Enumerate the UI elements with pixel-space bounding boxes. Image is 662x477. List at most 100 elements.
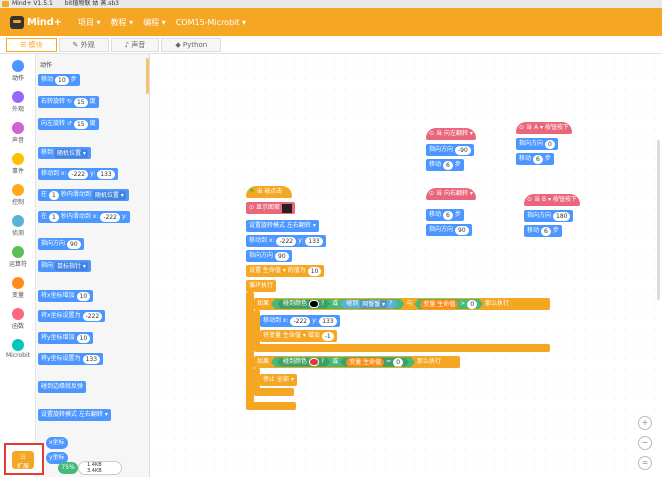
block-input[interactable]: -222 — [100, 212, 120, 222]
block-move-steps[interactable]: 移动 6 步 — [516, 153, 554, 165]
condition-or[interactable]: 碰到颜色? 或 碰到 网蟹蟹 ▾? — [271, 299, 404, 309]
block-input[interactable]: -1 — [321, 331, 334, 341]
block-input[interactable]: 1 — [49, 190, 59, 200]
block-input[interactable]: 6 — [533, 154, 543, 164]
category-operators[interactable]: 运算符 — [0, 246, 36, 268]
block-input[interactable]: 0 — [467, 300, 477, 309]
category-events[interactable]: 事件 — [0, 153, 36, 175]
block-point-towards[interactable]: 指向 鼠标指针 ▾ — [38, 260, 91, 272]
block-if-2[interactable]: 如果 碰到颜色? 或 变量 生命值 = 0 那么执行 — [254, 356, 460, 368]
category-sound[interactable]: 声音 — [0, 122, 36, 144]
block-point-direction[interactable]: 指向方向 90 — [246, 250, 292, 262]
condition-touch-color-2[interactable]: 碰到颜色? — [277, 358, 330, 367]
block-when-tilt-right[interactable]: ⊙ 当 向右翻转 ▾ — [426, 188, 476, 200]
condition-touch-color[interactable]: 碰到颜色? — [277, 300, 330, 309]
block-glide-random[interactable]: 在 1 秒内滑动到 随机位置 ▾ — [38, 189, 129, 201]
block-change-y[interactable]: 将y坐标增加 10 — [38, 332, 94, 344]
block-show-pattern[interactable]: ⊙ 显示图案 — [246, 202, 296, 214]
block-bounce[interactable]: 碰到边缘就反弹 — [38, 381, 87, 393]
palette-scrollbar[interactable] — [146, 58, 149, 94]
block-point-direction[interactable]: 指向方向 0 — [516, 138, 558, 150]
category-looks[interactable]: 外观 — [0, 91, 36, 113]
block-when-button-b[interactable]: ⊙ 当 B ▾ 按钮按下 — [524, 194, 580, 206]
block-input[interactable]: -222 — [82, 311, 103, 321]
block-input[interactable]: 133 — [305, 236, 323, 246]
block-input[interactable]: 10 — [76, 333, 91, 343]
block-rotation-style[interactable]: 设置旋转模式 左右翻转 ▾ — [38, 409, 111, 421]
category-functions[interactable]: 函数 — [0, 308, 36, 330]
variable-reporter[interactable]: 变量 生命值 — [346, 358, 384, 367]
block-input[interactable]: 15 — [73, 97, 88, 107]
block-input[interactable]: 0 — [545, 139, 555, 149]
block-when-flag-clicked[interactable]: ⚑ 当 被点击 — [246, 186, 292, 198]
block-input[interactable]: 10 — [307, 266, 322, 276]
block-goto-xy[interactable]: 移动到 x: -222 y: 133 — [246, 235, 326, 247]
block-goto[interactable]: 移到 随机位置 ▾ — [38, 147, 91, 159]
block-input[interactable]: 6 — [443, 160, 453, 170]
block-input[interactable]: 6 — [541, 226, 551, 236]
block-input[interactable]: 15 — [73, 119, 88, 129]
variable-reporter[interactable]: 变量 生命值 — [420, 300, 458, 309]
block-goto-xy-inner[interactable]: 移动到 x: -222 y: 133 — [260, 315, 340, 327]
block-goto-xy[interactable]: 移动到 x: -222 y: 133 — [38, 168, 118, 180]
block-move-steps[interactable]: 移动 6 步 — [524, 225, 562, 237]
block-input[interactable]: -222 — [290, 316, 311, 326]
block-input[interactable]: -222 — [68, 169, 89, 179]
block-input[interactable]: 10 — [76, 291, 91, 301]
color-swatch-black[interactable] — [309, 300, 319, 308]
condition-equals[interactable]: 变量 生命值 = 0 — [340, 358, 409, 367]
block-point-direction[interactable]: 指向方向 90 — [38, 238, 84, 250]
menu-edit[interactable]: 编程 ▾ — [143, 17, 166, 28]
color-swatch-red[interactable] — [309, 358, 319, 366]
block-point-direction[interactable]: 指向方向 90 — [426, 224, 472, 236]
block-input[interactable]: 90 — [275, 251, 289, 261]
block-turn-right[interactable]: 右转旋转 ↻ 15 度 — [38, 96, 99, 108]
block-glide-xy[interactable]: 在 1 秒内滑动到 x: -222 y: — [38, 211, 131, 223]
block-dropdown[interactable]: 随机位置 ▾ — [92, 190, 126, 200]
block-input[interactable]: 133 — [319, 316, 337, 326]
block-input[interactable]: 180 — [553, 211, 571, 221]
block-turn-left[interactable]: 向左旋转 ↺ 15 度 — [38, 118, 99, 130]
menu-project[interactable]: 项目 ▾ — [78, 17, 101, 28]
block-forever[interactable]: 循环执行 — [246, 280, 277, 292]
block-set-rotation-style[interactable]: 设置旋转模式 左右翻转 ▾ — [246, 220, 319, 232]
led-matrix-icon[interactable] — [282, 203, 293, 213]
zoom-in-button[interactable]: + — [638, 416, 652, 430]
block-if-1[interactable]: 如果 碰到颜色? 或 碰到 网蟹蟹 ▾? 与 变量 生命值 >0 那么执行 — [254, 298, 550, 310]
block-move-steps[interactable]: 移动 6 步 — [426, 159, 464, 171]
block-input[interactable]: 10 — [55, 75, 69, 85]
block-dropdown[interactable]: 鼠标指针 ▾ — [55, 261, 88, 271]
block-change-x[interactable]: 将x坐标增加 10 — [38, 290, 94, 302]
category-sensing[interactable]: 侦测 — [0, 215, 36, 237]
block-input[interactable]: 90 — [455, 225, 469, 235]
block-input[interactable]: 90 — [67, 239, 81, 249]
condition-or-2[interactable]: 碰到颜色? 或 变量 生命值 = 0 — [271, 357, 415, 367]
category-microbit[interactable]: Microbit — [0, 339, 36, 359]
block-stop[interactable]: 停止 全部 ▾ — [260, 374, 297, 386]
block-point-direction[interactable]: 指向方向 -90 — [426, 144, 474, 156]
block-change-variable[interactable]: 将变量 生命值 ▾ 增加 -1 — [260, 330, 337, 342]
block-set-y[interactable]: 将y坐标设置为 133 — [38, 353, 104, 365]
category-motion[interactable]: 动作 — [0, 60, 36, 82]
block-x-position[interactable]: x坐标 — [46, 437, 68, 449]
block-input[interactable]: 133 — [97, 169, 115, 179]
block-input[interactable]: -222 — [276, 236, 297, 246]
category-variables[interactable]: 变量 — [0, 277, 36, 299]
block-when-button-a[interactable]: ⊙ 当 A ▾ 按钮按下 — [516, 122, 572, 134]
block-dropdown[interactable]: 随机位置 ▾ — [55, 148, 88, 158]
tab-python[interactable]: ◆ Python — [161, 37, 222, 52]
condition-touch-sprite[interactable]: 碰到 网蟹蟹 ▾? — [340, 300, 398, 309]
menu-device-port[interactable]: COM15-Microbit ▾ — [176, 18, 246, 27]
tab-blocks[interactable]: ☰ 模块 — [6, 37, 57, 52]
menu-tutorial[interactable]: 教程 ▾ — [111, 17, 134, 28]
tab-sounds[interactable]: ♪ 声音 — [110, 37, 160, 52]
block-input[interactable]: 6 — [443, 210, 453, 220]
condition-greater[interactable]: 变量 生命值 >0 — [414, 299, 483, 309]
extensions-button[interactable]: ☷ 扩展 — [4, 443, 44, 475]
category-control[interactable]: 控制 — [0, 184, 36, 206]
block-move-steps[interactable]: 移动 6 步 — [426, 209, 464, 221]
workspace-scrollbar[interactable] — [657, 140, 660, 300]
block-set-variable[interactable]: 设置 生命值 ▾ 的值为 10 — [246, 265, 325, 277]
block-input[interactable]: 133 — [82, 354, 101, 364]
code-workspace[interactable]: ⚑ 当 被点击 ⊙ 显示图案 设置旋转模式 左右翻转 ▾ 移动到 x: -222 y: 1… — [150, 54, 662, 477]
